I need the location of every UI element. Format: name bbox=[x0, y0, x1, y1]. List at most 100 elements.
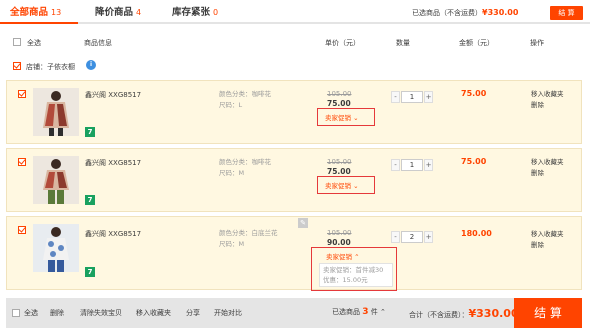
selected-count: 已选商品 3 件 ⌃ bbox=[332, 307, 386, 317]
item-checkbox[interactable] bbox=[18, 158, 26, 166]
column-header: 全选 商品信息 单价（元） 数量 金额（元） 操作 bbox=[0, 36, 590, 50]
seven-day-return-icon: 7 bbox=[85, 127, 95, 137]
increase-button[interactable]: + bbox=[424, 91, 433, 103]
promo-label: 卖家促销 bbox=[325, 182, 351, 190]
product-photo-icon bbox=[33, 88, 79, 136]
tab-all-items[interactable]: 全部商品 13 bbox=[10, 4, 61, 22]
item-title[interactable]: 鑫兴阁 XXG8517 bbox=[85, 158, 141, 168]
product-image[interactable] bbox=[33, 224, 79, 272]
col-action: 操作 bbox=[530, 39, 544, 47]
footer-select-all-checkbox[interactable] bbox=[12, 309, 20, 317]
seven-day-return-icon: 7 bbox=[85, 267, 95, 277]
tab-all-items-count: 13 bbox=[51, 8, 62, 17]
active-tab-underline bbox=[0, 22, 78, 24]
footer-move-favorites-link[interactable]: 移入收藏夹 bbox=[136, 308, 171, 318]
promo-tooltip-rule: 卖家促销：首件减30 bbox=[323, 266, 384, 274]
select-all-checkbox[interactable] bbox=[13, 38, 21, 46]
chevron-up-icon: ⌃ bbox=[354, 253, 360, 261]
promo-dropdown[interactable]: 卖家促销 ⌃ bbox=[326, 251, 360, 261]
share-link[interactable]: 分享 bbox=[186, 308, 200, 318]
tab-low-stock[interactable]: 库存紧张 0 bbox=[172, 4, 218, 22]
seven-day-return-icon: 7 bbox=[85, 195, 95, 205]
cart-tabs: 全部商品 13 降价商品 4 库存紧张 0 已选商品（不含运费）¥330.00 结 算 bbox=[0, 0, 590, 24]
settle-button[interactable]: 结 算 bbox=[514, 298, 582, 328]
select-all-label: 全选 bbox=[27, 39, 41, 47]
selected-summary: 已选商品（不含运费）¥330.00 bbox=[412, 8, 518, 18]
current-price: 75.00 bbox=[327, 99, 351, 108]
item-actions: 移入收藏夹 删除 bbox=[531, 229, 564, 251]
product-image[interactable] bbox=[33, 88, 79, 136]
item-checkbox[interactable] bbox=[18, 226, 26, 234]
clear-invalid-link[interactable]: 清除失效宝贝 bbox=[80, 308, 122, 318]
increase-button[interactable]: + bbox=[424, 159, 433, 171]
delete-link[interactable]: 删除 bbox=[531, 100, 564, 111]
col-quantity: 数量 bbox=[396, 39, 410, 47]
item-title[interactable]: 鑫兴阁 XXG8517 bbox=[85, 90, 141, 100]
cart-item: 鑫兴阁 XXG8517 7 颜色分类：咖啡花 尺码：M 105.00 75.00… bbox=[6, 148, 582, 212]
edit-icon[interactable]: ✎ bbox=[298, 218, 308, 228]
delete-link[interactable]: 删除 bbox=[531, 168, 564, 179]
item-actions: 移入收藏夹 删除 bbox=[531, 89, 564, 111]
shop-checkbox[interactable] bbox=[13, 62, 21, 70]
item-sku: 颜色分类：咖啡花 尺码：L bbox=[219, 89, 271, 111]
total-value: ¥330.00 bbox=[468, 307, 519, 320]
item-amount: 75.00 bbox=[461, 89, 487, 98]
decrease-button[interactable]: - bbox=[391, 231, 400, 243]
move-to-favorites-link[interactable]: 移入收藏夹 bbox=[531, 89, 564, 100]
original-price: 105.00 bbox=[327, 229, 352, 237]
item-size: 尺码：L bbox=[219, 101, 243, 109]
quantity-input[interactable]: 2 bbox=[401, 231, 423, 243]
original-price: 105.00 bbox=[327, 158, 352, 166]
shop-name[interactable]: 子依衣橱 bbox=[47, 63, 75, 71]
quantity-stepper: - 1 + bbox=[391, 159, 441, 171]
shop-label: 店铺：子依衣橱 bbox=[26, 62, 75, 72]
cart-footer: 全选 删除 清除失效宝贝 移入收藏夹 分享 开始对比 已选商品 3 件 ⌃ 合计… bbox=[6, 298, 582, 328]
promo-label: 卖家促销 bbox=[325, 114, 351, 122]
top-settle-button[interactable]: 结 算 bbox=[550, 6, 583, 20]
item-sku: 颜色分类：白底兰花 尺码：M bbox=[219, 228, 278, 250]
item-size: 尺码：M bbox=[219, 240, 245, 248]
current-price: 75.00 bbox=[327, 167, 351, 176]
item-color: 颜色分类：白底兰花 bbox=[219, 229, 278, 237]
promo-dropdown[interactable]: 卖家促销 ⌄ bbox=[325, 112, 359, 122]
cart-item: 鑫兴阁 XXG8517 7 颜色分类：白底兰花 尺码：M ✎ 105.00 90… bbox=[6, 216, 582, 291]
product-image[interactable] bbox=[33, 156, 79, 204]
item-actions: 移入收藏夹 删除 bbox=[531, 157, 564, 179]
move-to-favorites-link[interactable]: 移入收藏夹 bbox=[531, 229, 564, 240]
move-to-favorites-link[interactable]: 移入收藏夹 bbox=[531, 157, 564, 168]
selected-count-prefix: 已选商品 bbox=[332, 308, 360, 316]
product-photo-icon bbox=[33, 156, 79, 204]
item-size: 尺码：M bbox=[219, 169, 245, 177]
chevron-down-icon: ⌄ bbox=[353, 182, 359, 190]
quantity-input[interactable]: 1 bbox=[401, 91, 423, 103]
footer-select-all-label: 全选 bbox=[24, 309, 38, 317]
shop-row: 店铺：子依衣橱 i bbox=[0, 60, 590, 74]
tab-low-stock-count: 0 bbox=[213, 8, 219, 17]
chevron-up-icon[interactable]: ⌃ bbox=[380, 308, 386, 316]
item-title[interactable]: 鑫兴阁 XXG8517 bbox=[85, 229, 141, 239]
decrease-button[interactable]: - bbox=[391, 91, 400, 103]
increase-button[interactable]: + bbox=[424, 231, 433, 243]
tab-price-drop[interactable]: 降价商品 4 bbox=[95, 4, 141, 22]
current-price: 90.00 bbox=[327, 238, 351, 247]
item-checkbox[interactable] bbox=[18, 90, 26, 98]
product-photo-icon bbox=[33, 224, 79, 272]
delete-link[interactable]: 删除 bbox=[531, 240, 564, 251]
quantity-input[interactable]: 1 bbox=[401, 159, 423, 171]
promo-dropdown[interactable]: 卖家促销 ⌄ bbox=[325, 180, 359, 190]
footer-delete-link[interactable]: 删除 bbox=[50, 308, 64, 318]
promo-tooltip: 卖家促销：首件减30 优惠：15.00元 bbox=[319, 263, 393, 287]
compare-link[interactable]: 开始对比 bbox=[214, 308, 242, 318]
col-product-info: 商品信息 bbox=[84, 39, 112, 47]
chat-icon[interactable]: i bbox=[86, 60, 96, 70]
selected-count-suffix: 件 bbox=[370, 308, 378, 316]
total-amount: 合计（不含运费）：¥330.00 bbox=[409, 307, 519, 320]
tab-price-drop-label: 降价商品 bbox=[95, 7, 134, 18]
item-amount: 75.00 bbox=[461, 157, 487, 166]
promo-label: 卖家促销 bbox=[326, 253, 352, 261]
decrease-button[interactable]: - bbox=[391, 159, 400, 171]
col-unit-price: 单价（元） bbox=[325, 39, 360, 47]
original-price: 105.00 bbox=[327, 90, 352, 98]
item-color: 颜色分类：咖啡花 bbox=[219, 90, 271, 98]
chevron-down-icon: ⌄ bbox=[353, 114, 359, 122]
